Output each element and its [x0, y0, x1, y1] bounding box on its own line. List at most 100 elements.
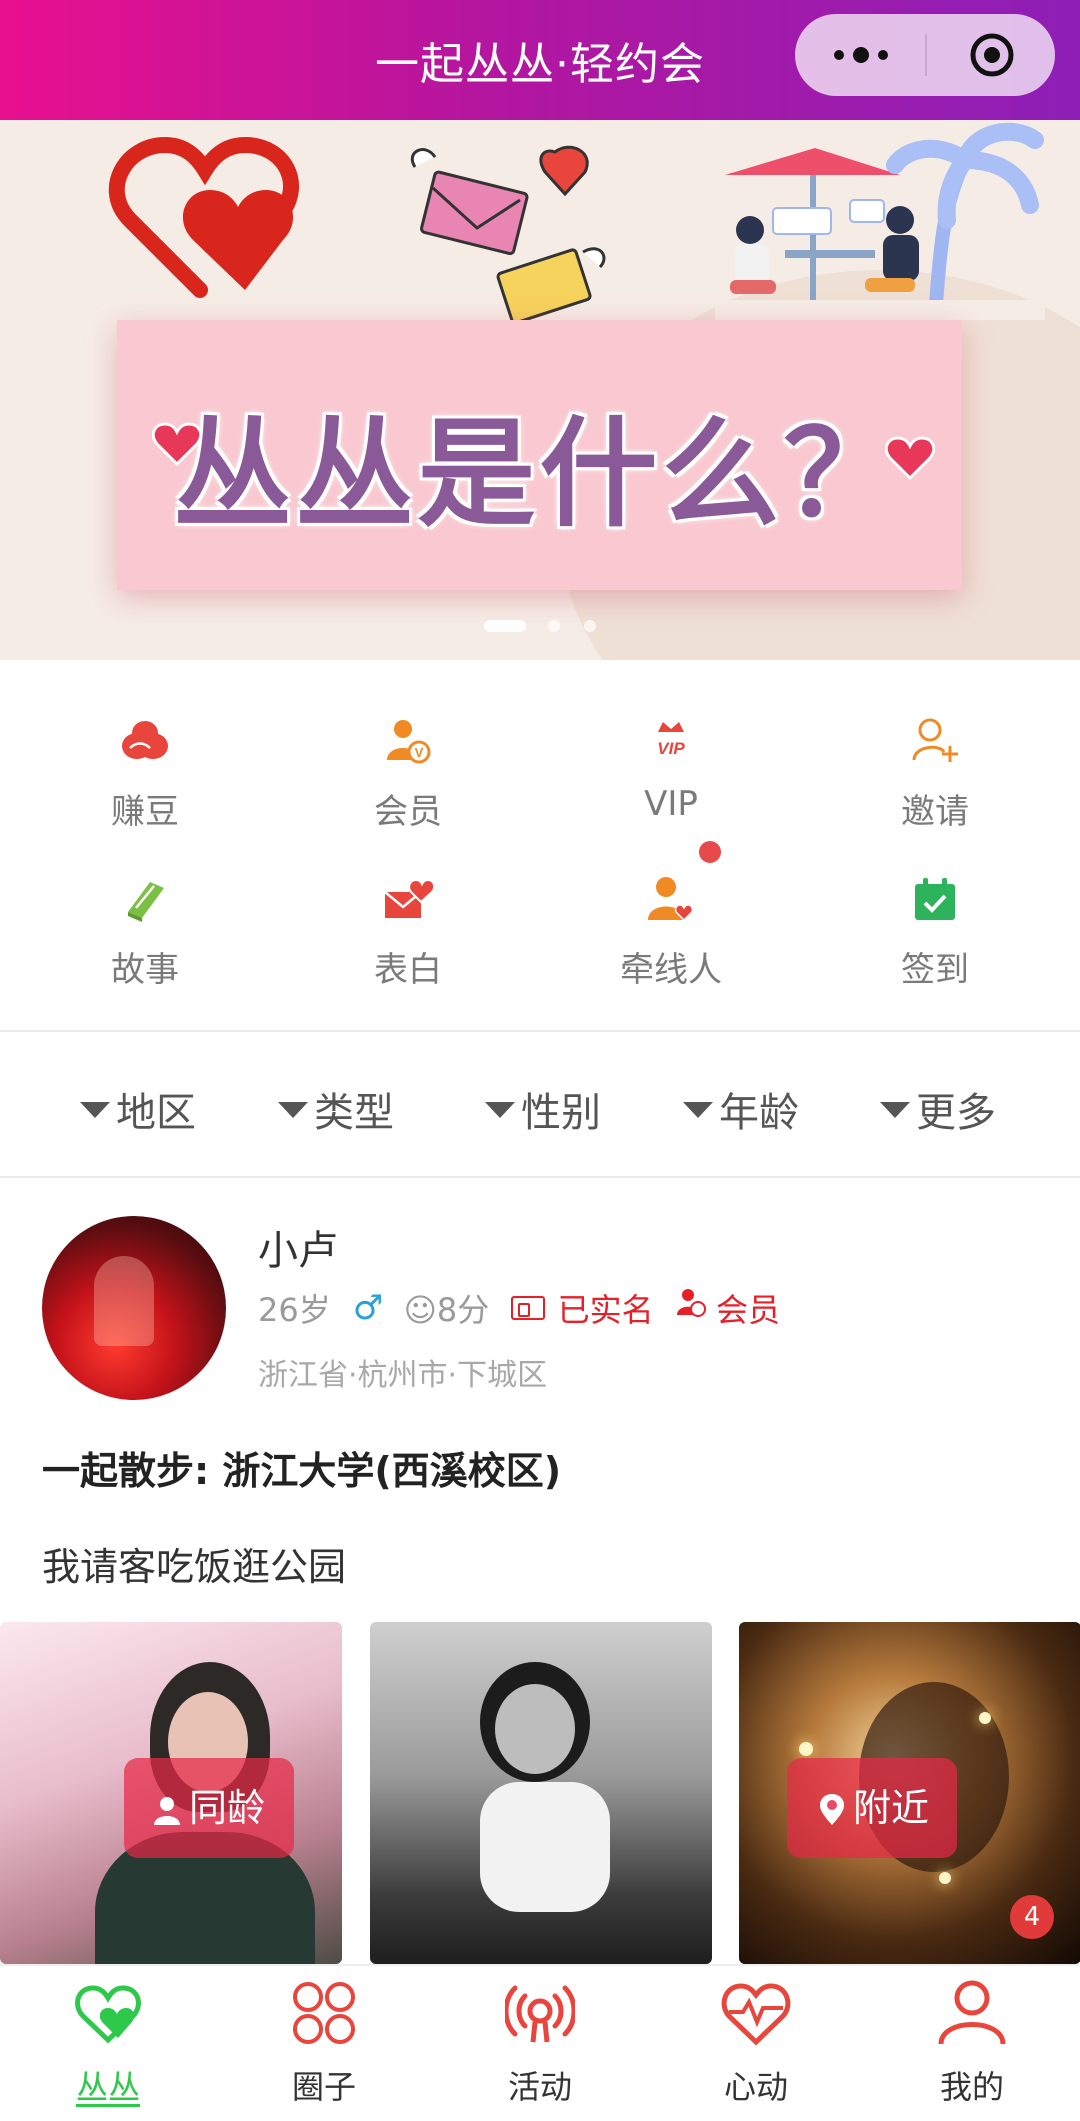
menu-label: 签到: [901, 950, 969, 990]
post-description: 我请客吃饭逛公园: [42, 1545, 347, 1589]
user-meta: 26岁 ♂ ☺8分 已实名 会员: [258, 1285, 780, 1329]
photo-figure: [799, 1742, 813, 1756]
menu-item-invite[interactable]: 邀请: [800, 680, 1070, 832]
user-location: 浙江省·杭州市·下城区: [258, 1358, 548, 1393]
love-letter-icon: [384, 878, 433, 918]
banner-headline: 丛丛是什么？: [173, 405, 906, 543]
menu-item-confession[interactable]: 表白: [273, 838, 543, 990]
member-icon: V: [387, 720, 431, 764]
tab-label: 圈子: [291, 2068, 356, 2106]
avatar[interactable]: [42, 1216, 226, 1400]
heart-icon: [75, 1985, 141, 2044]
menu-label: VIP: [644, 784, 698, 824]
couple-date-illustration: [715, 122, 1045, 320]
filter-more[interactable]: 更多: [880, 1080, 996, 1136]
member-badge: 会员: [716, 1291, 781, 1329]
calendar-check-icon: [915, 878, 955, 920]
carousel-indicator-active[interactable]: [484, 620, 526, 632]
filter-label: 年龄: [719, 1090, 799, 1136]
photo-figure: [495, 1684, 575, 1774]
tab-mine[interactable]: 我的: [864, 1966, 1080, 2121]
tab-circle[interactable]: 圈子: [216, 1966, 432, 2121]
filter-region[interactable]: 地区: [80, 1080, 196, 1136]
post-title[interactable]: 一起散步: 浙江大学(西溪校区): [42, 1440, 561, 1495]
dropdown-triangle-icon: [80, 1102, 110, 1118]
filter-age[interactable]: 年龄: [683, 1080, 799, 1136]
book-icon: [128, 882, 164, 922]
location-pin-icon: [819, 1794, 844, 1825]
menu-item-checkin[interactable]: 签到: [800, 838, 1070, 990]
menu-label: 会员: [374, 792, 442, 832]
svg-text:VIP: VIP: [657, 739, 685, 758]
target-circle-icon[interactable]: [968, 31, 1016, 79]
heartbeat-icon: [721, 1983, 791, 2046]
filter-label: 类型: [314, 1090, 394, 1136]
user-name[interactable]: 小卢: [258, 1218, 338, 1276]
user-icon: [938, 1980, 1006, 2045]
capsule-divider: [925, 34, 927, 76]
same-age-label: 同龄: [188, 1786, 265, 1830]
more-dots-icon[interactable]: [831, 42, 891, 68]
filter-bar: 地区 类型 性别 年龄 更多: [0, 1034, 1080, 1178]
male-gender-icon: ♂: [352, 1288, 384, 1328]
carousel-indicator[interactable]: [584, 620, 596, 632]
beans-icon: [122, 721, 168, 759]
carousel-indicator[interactable]: [548, 620, 560, 632]
matchmaker-icon: [648, 877, 694, 922]
filter-type[interactable]: 类型: [278, 1080, 394, 1136]
menu-item-vip[interactable]: VIP VIP: [536, 680, 806, 830]
menu-item-matchmaker[interactable]: 牵线人: [536, 838, 806, 990]
small-heart-icon: [152, 422, 202, 466]
tab-congcong[interactable]: 丛丛: [0, 1966, 216, 2121]
dropdown-triangle-icon: [683, 1102, 713, 1118]
menu-label: 赚豆: [111, 792, 179, 832]
tab-label: 心动: [723, 2068, 788, 2106]
menu-label: 表白: [374, 950, 442, 990]
tab-label: 丛丛: [75, 2068, 140, 2106]
svg-text:V: V: [415, 745, 424, 760]
nearby-button[interactable]: 附近: [787, 1758, 957, 1858]
dropdown-triangle-icon: [880, 1102, 910, 1118]
divider: [0, 1030, 1080, 1032]
menu-item-earn-beans[interactable]: 赚豆: [10, 680, 280, 832]
circles-icon: [293, 1982, 355, 2044]
filter-label: 性别: [521, 1090, 601, 1136]
vip-crown-icon: VIP: [657, 722, 685, 758]
tab-heartbeat[interactable]: 心动: [648, 1966, 864, 2121]
dropdown-triangle-icon: [485, 1102, 515, 1118]
id-card-icon: [511, 1296, 546, 1320]
photo-count-badge: 4: [1010, 1895, 1054, 1939]
big-heart-icon: [108, 136, 299, 298]
tab-label: 活动: [507, 2068, 572, 2106]
same-age-button[interactable]: 同龄: [124, 1758, 294, 1858]
menu-label: 故事: [111, 950, 179, 990]
menu-label: 邀请: [901, 792, 969, 832]
love-letters-icon: [411, 145, 606, 325]
divider: [0, 1176, 1080, 1178]
user-age: 26岁: [258, 1291, 331, 1329]
user-score: ☺8分: [403, 1291, 490, 1329]
banner-carousel[interactable]: 丛丛是什么？: [0, 120, 1080, 660]
photo-figure: [480, 1782, 610, 1912]
photo-figure: [939, 1872, 951, 1884]
banner-headline-card: 丛丛是什么？: [117, 320, 962, 590]
tab-activity[interactable]: 活动: [432, 1966, 648, 2121]
menu-item-member[interactable]: V 会员: [273, 680, 543, 832]
add-user-icon: [912, 718, 958, 762]
bottom-tab-bar: 丛丛 圈子 活动 心动 我的: [0, 1964, 1080, 2121]
mini-program-capsule: [795, 14, 1055, 96]
filter-label: 更多: [916, 1090, 996, 1136]
filter-gender[interactable]: 性别: [485, 1080, 601, 1136]
small-heart-icon: [885, 436, 935, 480]
post-photo[interactable]: [370, 1622, 712, 1964]
menu-item-story[interactable]: 故事: [10, 838, 280, 990]
tab-label: 我的: [939, 2068, 1004, 2106]
feature-grid: 赚豆 V 会员 VIP VIP 邀请 故事 表白 牵线人 签到: [0, 660, 1080, 1030]
menu-label: 牵线人: [620, 950, 722, 990]
member-badge-icon: [676, 1289, 706, 1317]
notification-dot: [699, 841, 721, 863]
avatar-photo-detail: [94, 1256, 154, 1346]
verified-badge: 已实名: [557, 1291, 654, 1329]
filter-label: 地区: [116, 1090, 196, 1136]
app-header: 一起丛丛·轻约会: [0, 0, 1080, 120]
